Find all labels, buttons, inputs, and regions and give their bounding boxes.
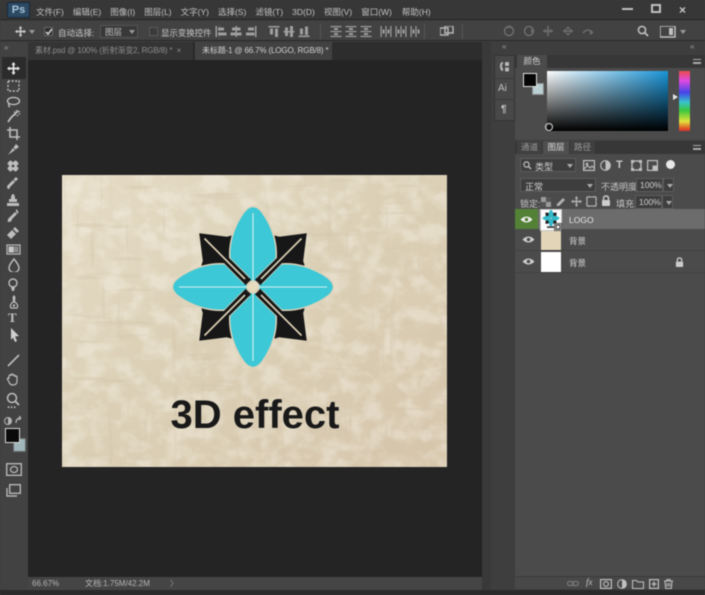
svg-text:3D effect: 3D effect (171, 393, 340, 437)
